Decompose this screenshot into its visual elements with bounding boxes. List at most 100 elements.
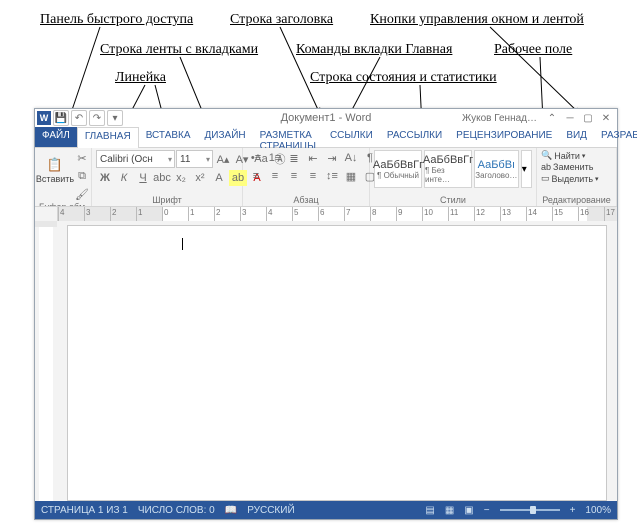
close-button[interactable]: ✕: [599, 112, 613, 124]
bullets-button[interactable]: •≡: [247, 150, 265, 166]
multilevel-button[interactable]: ≣: [285, 150, 303, 166]
strike-button[interactable]: abc: [153, 170, 171, 186]
tab-design[interactable]: ДИЗАЙН: [198, 127, 253, 147]
ribbon: 📋 Вставить ✂ ⧉ 🖌 Буфер обм… Calibri (Осн…: [35, 148, 617, 207]
tab-view[interactable]: ВИД: [559, 127, 594, 147]
document-title: Документ1 - Word: [281, 112, 372, 124]
style-normal[interactable]: АаБбВвГг ¶ Обычный: [374, 150, 422, 188]
group-styles: АаБбВвГг ¶ Обычный АаБбВвГг ¶ Без инте… …: [370, 148, 537, 206]
status-language[interactable]: РУССКИЙ: [247, 505, 294, 516]
view-readmode-button[interactable]: ▦: [445, 505, 454, 516]
align-center-button[interactable]: ≡: [266, 168, 284, 184]
status-bar: СТРАНИЦА 1 ИЗ 1 ЧИСЛО СЛОВ: 0 📖 РУССКИЙ …: [35, 501, 617, 519]
decrease-indent-button[interactable]: ⇤: [304, 150, 322, 166]
shading-button[interactable]: ▦: [342, 168, 360, 184]
annot-ruler: Линейка: [115, 70, 166, 86]
minimize-button[interactable]: ─: [563, 112, 577, 124]
style-heading1[interactable]: АаБбВı Заголово…: [474, 150, 519, 188]
group-editing: 🔍Найти▾ abЗаменить ▭Выделить▾ Редактиров…: [537, 148, 617, 206]
group-clipboard-label: Буфер обм…: [39, 202, 87, 206]
search-icon: 🔍: [541, 150, 552, 161]
group-paragraph: •≡ 1≡ ≣ ⇤ ⇥ A↓ ¶ ≡ ≡ ≡ ≡ ↕≡ ▦ ▢: [243, 148, 370, 206]
cut-button[interactable]: ✂: [73, 150, 91, 166]
group-paragraph-label: Абзац: [247, 195, 365, 206]
tab-mailings[interactable]: РАССЫЛКИ: [380, 127, 449, 147]
increase-indent-button[interactable]: ⇥: [323, 150, 341, 166]
text-effects-button[interactable]: A: [210, 170, 228, 186]
select-button[interactable]: ▭Выделить▾: [541, 173, 599, 184]
replace-button[interactable]: abЗаменить: [541, 162, 599, 172]
numbering-button[interactable]: 1≡: [266, 150, 284, 166]
tab-developer[interactable]: РАЗРАБОТЧИК: [594, 127, 637, 147]
view-printlayout-button[interactable]: ▤: [425, 505, 434, 516]
status-proofing[interactable]: 📖: [225, 505, 237, 516]
paste-button[interactable]: 📋 Вставить: [39, 150, 71, 190]
group-styles-label: Стили: [374, 195, 532, 206]
line-spacing-button[interactable]: ↕≡: [323, 168, 341, 184]
save-icon: 💾: [55, 113, 67, 124]
word-window: W 💾 ↶ ↷ ▾ Документ1 - Word Жуков Геннад……: [34, 108, 618, 520]
copy-button[interactable]: ⧉: [73, 168, 91, 184]
subscript-button[interactable]: x₂: [172, 170, 190, 186]
horizontal-ruler[interactable]: 432101234567891011121314151617: [58, 207, 617, 221]
format-painter-button[interactable]: 🖌: [73, 186, 91, 202]
superscript-button[interactable]: x²: [191, 170, 209, 186]
annot-winbtns: Кнопки управления окном и лентой: [370, 12, 584, 28]
text-cursor: [182, 238, 183, 250]
qat-customize-button[interactable]: ▾: [107, 110, 123, 126]
ruler-corner: [35, 207, 58, 221]
style-nospacing[interactable]: АаБбВвГг ¶ Без инте…: [424, 150, 472, 188]
sort-button[interactable]: A↓: [342, 150, 360, 166]
status-page[interactable]: СТРАНИЦА 1 ИЗ 1: [41, 505, 128, 516]
align-left-button[interactable]: ≡: [247, 168, 265, 184]
zoom-in-button[interactable]: +: [570, 505, 576, 516]
tab-references[interactable]: ССЫЛКИ: [323, 127, 380, 147]
tab-home[interactable]: ГЛАВНАЯ: [77, 127, 139, 148]
style-name: ¶ Обычный: [377, 171, 419, 180]
quick-access-toolbar: W 💾 ↶ ↷ ▾: [35, 110, 125, 126]
zoom-level[interactable]: 100%: [585, 505, 611, 516]
group-clipboard: 📋 Вставить ✂ ⧉ 🖌 Буфер обм…: [35, 148, 92, 206]
user-name[interactable]: Жуков Геннад…: [462, 113, 537, 124]
qat-save-button[interactable]: 💾: [53, 110, 69, 126]
work-area: [35, 221, 617, 501]
replace-icon: ab: [541, 162, 551, 172]
annot-tabstrip: Строка ленты с вкладками: [100, 42, 258, 58]
qat-undo-button[interactable]: ↶: [71, 110, 87, 126]
grow-font-button[interactable]: A▴: [214, 151, 232, 167]
tab-file[interactable]: ФАЙЛ: [35, 127, 77, 147]
title-bar: W 💾 ↶ ↷ ▾ Документ1 - Word Жуков Геннад……: [35, 109, 617, 127]
styles-more-button[interactable]: ▾: [521, 150, 532, 188]
align-right-button[interactable]: ≡: [285, 168, 303, 184]
page-area: [57, 221, 617, 501]
maximize-button[interactable]: ▢: [581, 112, 595, 124]
tab-insert[interactable]: ВСТАВКА: [139, 127, 198, 147]
document-page[interactable]: [67, 225, 607, 501]
tab-review[interactable]: РЕЦЕНЗИРОВАНИЕ: [449, 127, 559, 147]
qat-redo-button[interactable]: ↷: [89, 110, 105, 126]
style-sample: АаБбВı: [478, 159, 516, 171]
bold-button[interactable]: Ж: [96, 170, 114, 186]
font-name-combo[interactable]: Calibri (Осн: [96, 150, 175, 168]
justify-button[interactable]: ≡: [304, 168, 322, 184]
annot-statusbar: Строка состояния и статистики: [310, 70, 497, 86]
group-font: Calibri (Осн 11 A▴ A▾ Aa Ⓐ Ж К Ч abc x₂ …: [92, 148, 243, 206]
tab-layout[interactable]: РАЗМЕТКА СТРАНИЦЫ: [253, 127, 323, 147]
chevron-down-icon: ▾: [112, 113, 117, 124]
find-label: Найти: [554, 151, 580, 161]
font-size-combo[interactable]: 11: [176, 150, 213, 168]
ribbon-options-button[interactable]: ⌃: [545, 112, 559, 124]
group-font-label: Шрифт: [96, 195, 238, 206]
underline-button[interactable]: Ч: [134, 170, 152, 186]
undo-icon: ↶: [75, 113, 83, 124]
status-wordcount[interactable]: ЧИСЛО СЛОВ: 0: [138, 505, 215, 516]
zoom-out-button[interactable]: −: [484, 505, 490, 516]
annot-hometab: Команды вкладки Главная: [296, 42, 452, 58]
vertical-ruler[interactable]: [35, 221, 57, 501]
italic-button[interactable]: К: [115, 170, 133, 186]
view-web-button[interactable]: ▣: [464, 505, 473, 516]
paste-icon: 📋: [47, 157, 63, 173]
zoom-slider[interactable]: [500, 509, 560, 511]
find-button[interactable]: 🔍Найти▾: [541, 150, 599, 161]
ribbon-tabstrip: ФАЙЛ ГЛАВНАЯ ВСТАВКА ДИЗАЙН РАЗМЕТКА СТР…: [35, 127, 617, 148]
